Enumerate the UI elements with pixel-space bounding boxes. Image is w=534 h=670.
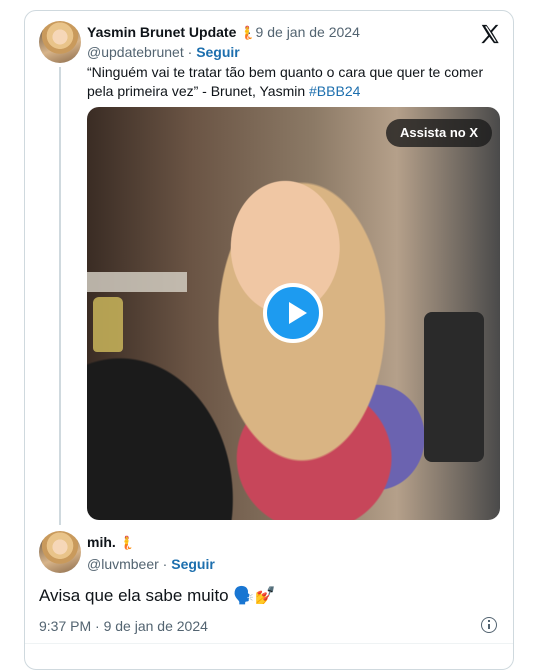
divider [25, 643, 513, 644]
reply-author-name[interactable]: mih. 🧜 [87, 534, 135, 551]
reply-author-emoji: 🧜 [118, 535, 135, 550]
background-shelf [87, 272, 187, 292]
tweet-text: “Ninguém vai te tratar tão bem quanto o … [87, 64, 484, 99]
embedded-tweet-card: Yasmin Brunet Update 🧜 · 9 de jan de 2024… [24, 10, 514, 670]
hashtag-link[interactable]: #BBB24 [309, 83, 360, 99]
reply-author-handle[interactable]: @luvmbeer [87, 556, 159, 572]
reply-text: Avisa que ela sabe muito 🗣️💅 [39, 586, 276, 605]
reply-timestamp[interactable]: 9:37 PM · 9 de jan de 2024 [39, 618, 208, 634]
watch-on-x-button[interactable]: Assista no X [385, 119, 492, 147]
background-appliance [424, 312, 484, 462]
play-icon[interactable] [263, 283, 323, 343]
video-player[interactable]: Assista no X [87, 107, 500, 520]
author-avatar[interactable] [39, 21, 81, 63]
author-handle-row: @updatebrunet · Seguir [87, 44, 240, 60]
x-logo-icon[interactable] [479, 23, 501, 45]
reply-author-avatar[interactable] [39, 531, 81, 573]
background-bottle [93, 297, 123, 352]
follow-button[interactable]: Seguir [196, 44, 240, 60]
info-icon[interactable] [481, 617, 497, 633]
thread-line [59, 67, 61, 525]
reply-follow-button[interactable]: Seguir [171, 556, 215, 572]
author-name[interactable]: Yasmin Brunet Update 🧜 [87, 24, 256, 41]
author-handle[interactable]: @updatebrunet [87, 44, 184, 60]
tweet-date[interactable]: · 9 de jan de 2024 [247, 24, 360, 40]
reply-handle-row: @luvmbeer · Seguir [87, 556, 215, 572]
